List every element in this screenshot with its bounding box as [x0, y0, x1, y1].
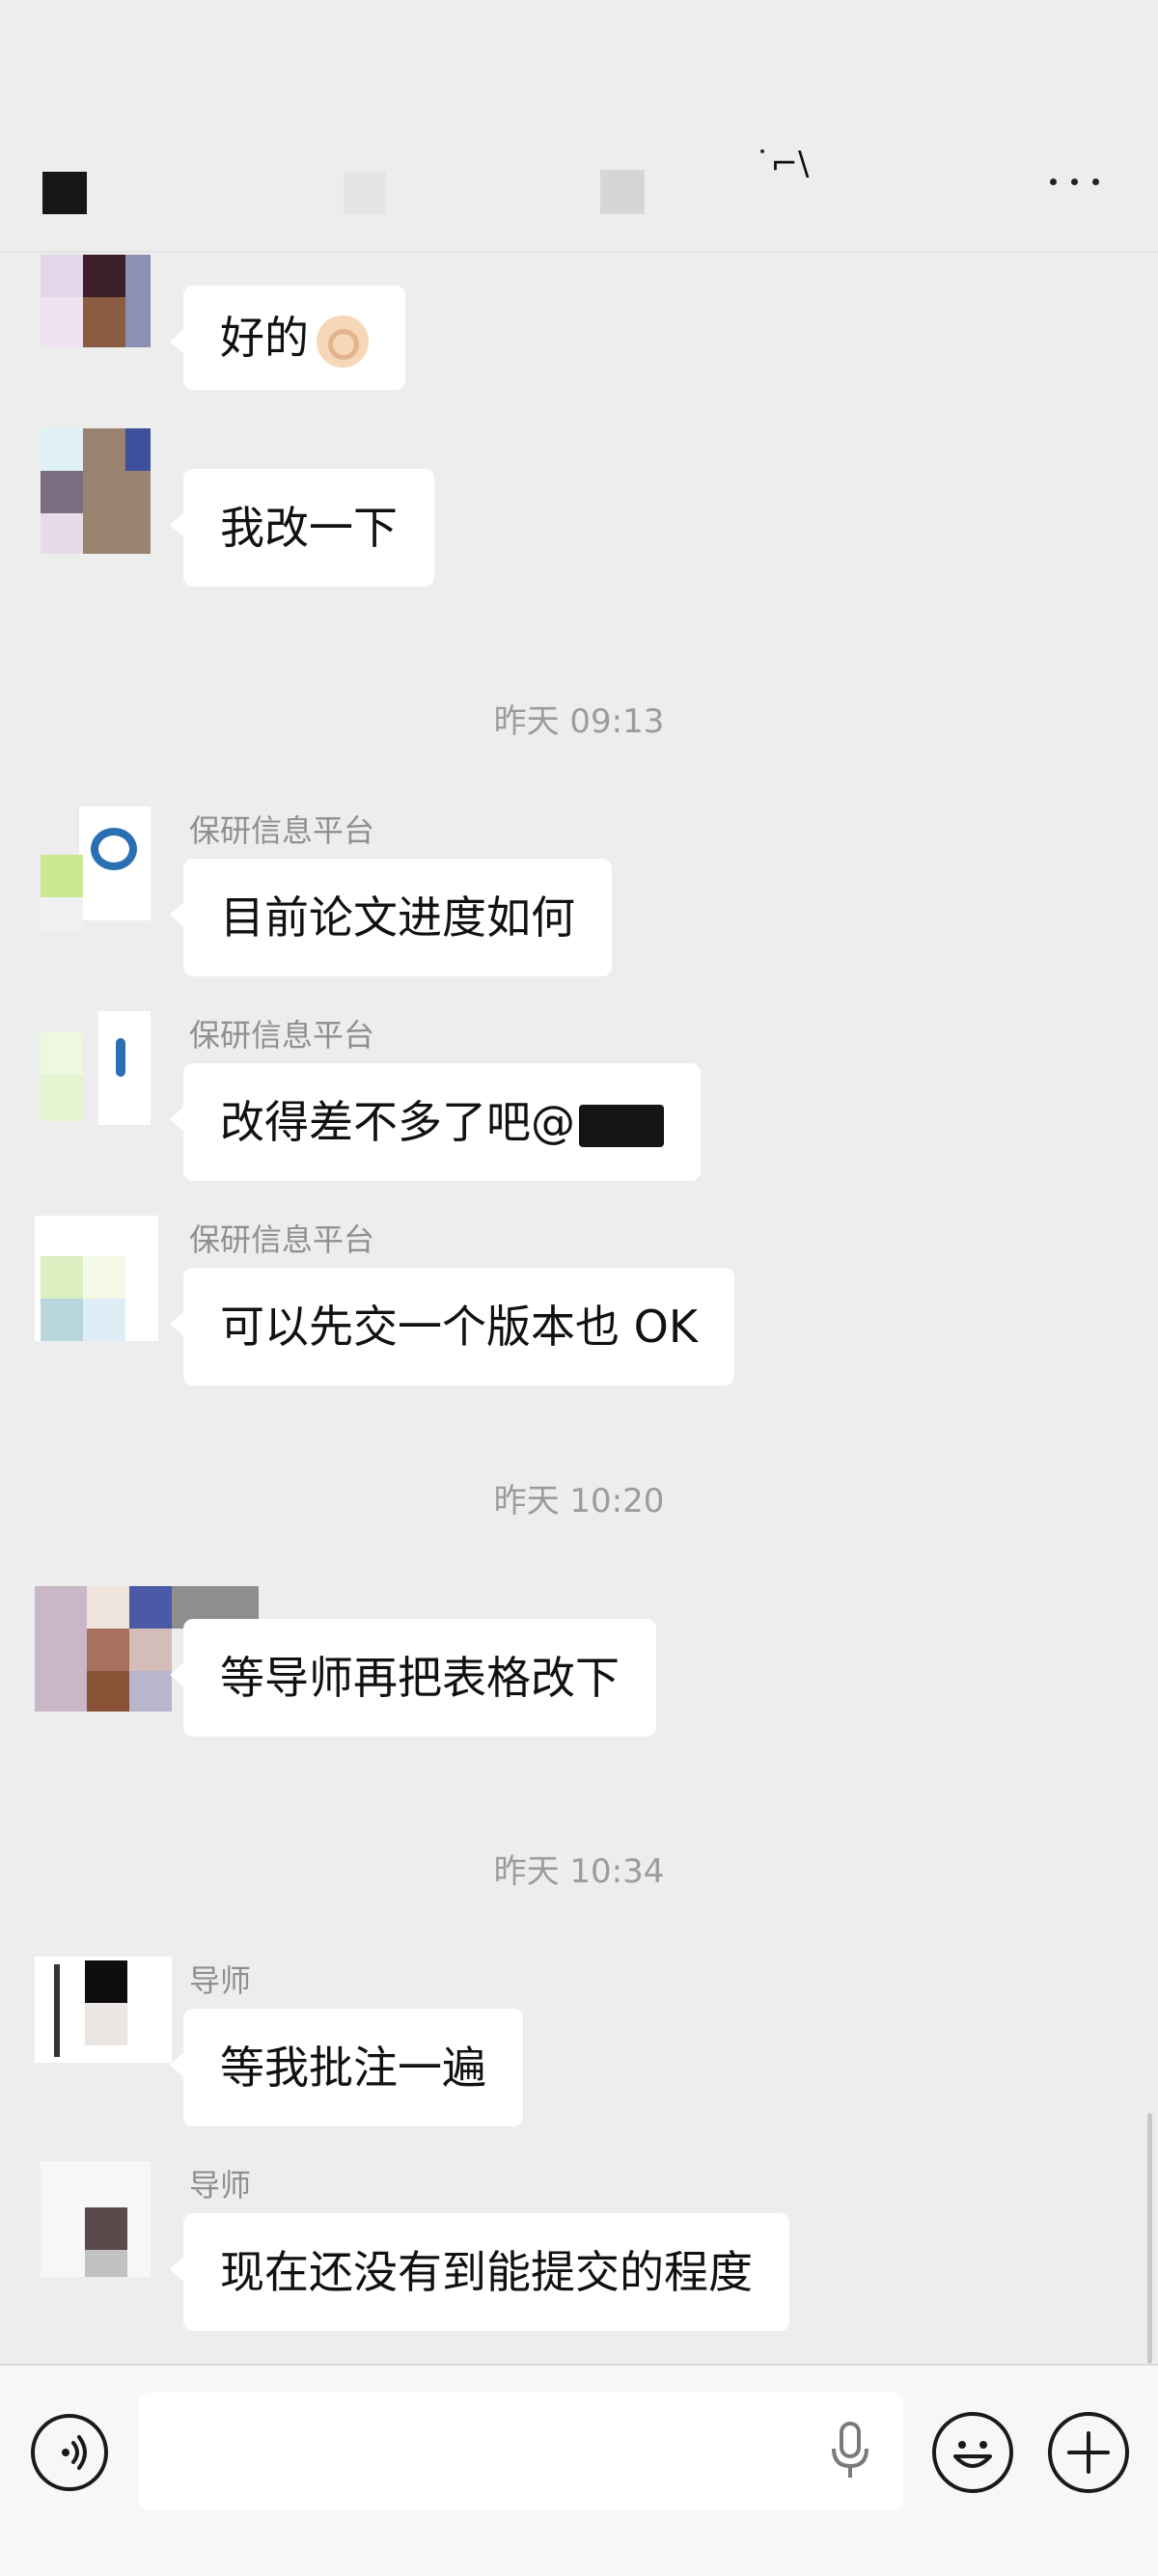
emoji-icon[interactable]: [932, 2412, 1013, 2493]
back-icon[interactable]: [42, 172, 87, 214]
timestamp: 昨天 10:20: [493, 1482, 665, 1521]
timestamp: 昨天 10:34: [493, 1852, 665, 1891]
message-text: 目前论文进度如何: [220, 891, 575, 944]
sender-name: 保研信息平台: [189, 1221, 375, 1258]
avatar[interactable]: [41, 255, 151, 347]
message-text: 现在还没有到能提交的程度: [220, 2246, 753, 2298]
message-bubble[interactable]: 改得差不多了吧@: [170, 1063, 701, 1181]
message-bubble[interactable]: 我改一下: [170, 469, 434, 587]
message-bubble[interactable]: 等导师再把表格改下: [170, 1619, 656, 1737]
sender-name: 保研信息平台: [189, 812, 375, 849]
chat-title: ˙⌐\: [754, 145, 810, 183]
plus-icon[interactable]: [1048, 2412, 1129, 2493]
timestamp: 昨天 09:13: [493, 702, 665, 741]
message-text: 好的: [220, 312, 309, 364]
sender-name: 导师: [189, 2167, 252, 2204]
redacted-mention: [579, 1104, 664, 1147]
more-icon[interactable]: [1042, 162, 1110, 201]
chat-messages[interactable]: 好的 我改一下 昨天 09:13 保研信息平台 目前论文进度如何 保研信息平台 …: [0, 255, 1158, 2364]
avatar[interactable]: [35, 1216, 158, 1341]
message-text: 可以先交一个版本也 OK: [220, 1301, 698, 1353]
message-bubble[interactable]: 可以先交一个版本也 OK: [170, 1268, 734, 1385]
redacted-title-block: [344, 172, 386, 214]
message-text: 改得差不多了吧@: [220, 1096, 575, 1148]
message-bubble[interactable]: 现在还没有到能提交的程度: [170, 2213, 789, 2331]
avatar[interactable]: [41, 428, 151, 554]
avatar[interactable]: [41, 1011, 151, 1127]
message-text: 等我批注一遍: [220, 2042, 486, 2094]
message-input[interactable]: [139, 2393, 903, 2510]
redacted-title-block: [600, 170, 645, 214]
message-text: 等导师再把表格改下: [220, 1652, 620, 1704]
avatar[interactable]: [41, 2161, 151, 2277]
sender-name: 导师: [189, 1962, 252, 1999]
message-bubble[interactable]: 目前论文进度如何: [170, 859, 612, 976]
sender-name: 保研信息平台: [189, 1017, 375, 1054]
scrollbar[interactable]: [1147, 2113, 1152, 2364]
ok-hand-emoji-icon: [317, 315, 369, 368]
message-bubble[interactable]: 好的: [170, 286, 405, 390]
chat-header: ˙⌐\: [0, 0, 1158, 253]
message-bubble[interactable]: 等我批注一遍: [170, 2009, 523, 2126]
avatar[interactable]: [35, 1957, 172, 2063]
mic-icon[interactable]: [826, 2422, 874, 2481]
avatar[interactable]: [41, 807, 151, 932]
message-text: 我改一下: [220, 502, 398, 554]
input-bar: [0, 2364, 1158, 2576]
voice-icon[interactable]: [31, 2414, 108, 2491]
